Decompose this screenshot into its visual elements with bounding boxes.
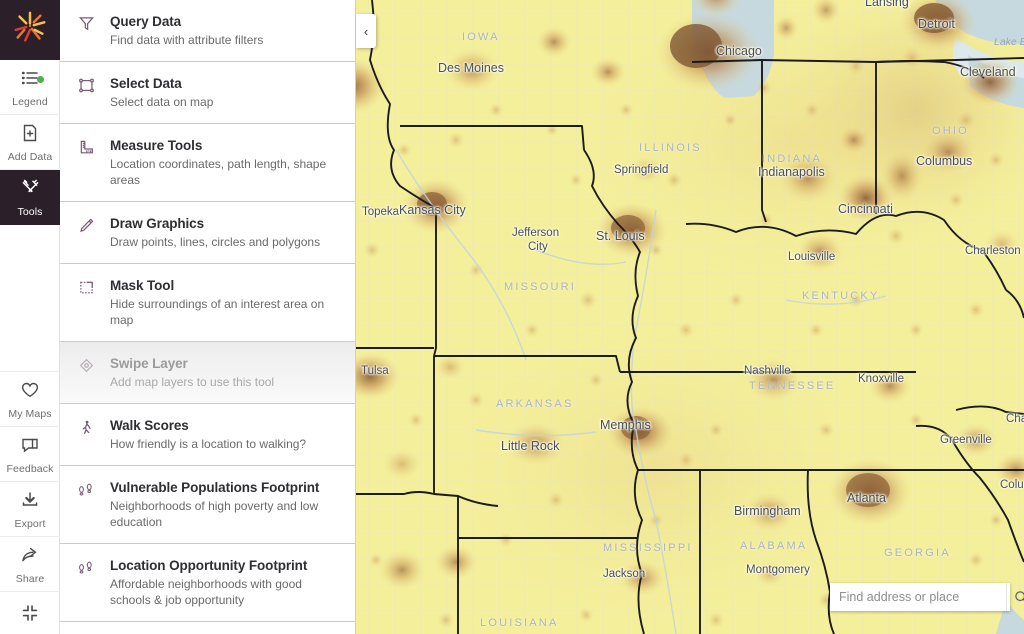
tools-menu-panel: Query Data Find data with attribute filt… bbox=[60, 0, 356, 634]
panel-collapse-button[interactable]: ‹ bbox=[356, 14, 376, 48]
app-logo[interactable] bbox=[0, 0, 60, 60]
download-tray-icon bbox=[20, 490, 40, 515]
map-graphics bbox=[356, 0, 1024, 634]
menu-item-subtitle: Draw points, lines, circles and polygons bbox=[110, 235, 321, 249]
tools-crossed-icon bbox=[20, 177, 41, 203]
map-search-box[interactable] bbox=[830, 583, 1024, 611]
share-arrow-icon bbox=[20, 545, 40, 570]
add-data-file-icon bbox=[20, 123, 40, 148]
menu-item-title: Swipe Layer bbox=[110, 356, 188, 371]
map-canvas[interactable]: Lansing Detroit Cleveland Chicago Columb… bbox=[356, 0, 1024, 634]
legend-status-dot bbox=[37, 76, 44, 83]
menu-item-select-data[interactable]: Select Data Select data on map bbox=[60, 62, 355, 124]
sidebar-item-label: Tools bbox=[17, 206, 43, 218]
menu-item-subtitle: Neighborhoods of high poverty and low ed… bbox=[110, 499, 319, 529]
menu-item-title: Draw Graphics bbox=[110, 216, 204, 231]
menu-item-vulnerable-populations-footprint[interactable]: Vulnerable Populations Footprint Neighbo… bbox=[60, 466, 355, 544]
sidebar-item-add-data[interactable]: Add Data bbox=[0, 115, 60, 170]
starburst-logo-icon bbox=[11, 9, 49, 52]
sidebar-item-label: Legend bbox=[12, 95, 48, 108]
heart-icon bbox=[20, 380, 40, 405]
menu-item-covid19-vulnerability-footprint[interactable]: COVID-19 Vulnerability Footprint Areas M… bbox=[60, 622, 355, 634]
menu-item-measure-tools[interactable]: Measure Tools Location coordinates, path… bbox=[60, 124, 355, 202]
menu-item-title: Measure Tools bbox=[110, 138, 203, 153]
speech-bubble-icon bbox=[20, 435, 40, 460]
menu-item-draw-graphics[interactable]: Draw Graphics Draw points, lines, circle… bbox=[60, 202, 355, 264]
app-root: Lansing Detroit Cleveland Chicago Columb… bbox=[0, 0, 1024, 634]
menu-item-title: Query Data bbox=[110, 14, 182, 29]
menu-item-swipe-layer: Swipe Layer Add map layers to use this t… bbox=[60, 342, 355, 404]
menu-item-walk-scores[interactable]: Walk Scores How friendly is a location t… bbox=[60, 404, 355, 466]
menu-item-subtitle: Hide surroundings of an interest area on… bbox=[110, 297, 325, 327]
menu-item-subtitle: Select data on map bbox=[110, 95, 214, 109]
collapse-corners-icon[interactable] bbox=[0, 592, 60, 634]
menu-item-subtitle: Location coordinates, path length, shape… bbox=[110, 157, 327, 187]
sidebar-item-export[interactable]: Export bbox=[0, 482, 60, 537]
ruler-icon bbox=[74, 137, 98, 156]
menu-item-title: Walk Scores bbox=[110, 418, 189, 433]
menu-item-query-data[interactable]: Query Data Find data with attribute filt… bbox=[60, 0, 355, 62]
sidebar-item-feedback[interactable]: Feedback bbox=[0, 427, 60, 482]
sidebar-item-label: Share bbox=[15, 572, 45, 585]
menu-item-title: Mask Tool bbox=[110, 278, 175, 293]
sidebar-item-legend[interactable]: Legend bbox=[0, 60, 60, 115]
menu-item-title: Location Opportunity Footprint bbox=[110, 558, 308, 573]
walking-person-icon bbox=[74, 417, 98, 436]
footprints-icon bbox=[74, 479, 98, 498]
menu-item-subtitle: Affordable neighborhoods with good schoo… bbox=[110, 577, 302, 607]
menu-item-mask-tool[interactable]: Mask Tool Hide surroundings of an intere… bbox=[60, 264, 355, 342]
search-input[interactable] bbox=[830, 584, 1006, 610]
chevron-left-icon: ‹ bbox=[363, 23, 369, 39]
pencil-icon bbox=[74, 215, 98, 234]
menu-item-subtitle: Find data with attribute filters bbox=[110, 33, 264, 47]
mask-dashed-icon bbox=[74, 277, 98, 296]
swipe-diamond-icon bbox=[74, 355, 98, 374]
sidebar-item-label: My Maps bbox=[8, 407, 52, 420]
sidebar-item-label: Add Data bbox=[7, 150, 53, 163]
menu-item-location-opportunity-footprint[interactable]: Location Opportunity Footprint Affordabl… bbox=[60, 544, 355, 622]
sidebar-item-label: Export bbox=[14, 517, 46, 530]
funnel-filter-icon bbox=[74, 13, 98, 32]
footprints-icon bbox=[74, 557, 98, 576]
rail-spacer bbox=[0, 225, 59, 372]
sidebar-item-my-maps[interactable]: My Maps bbox=[0, 372, 60, 427]
sidebar-item-share[interactable]: Share bbox=[0, 537, 60, 592]
sidebar-item-tools[interactable]: Tools bbox=[0, 170, 60, 225]
menu-item-subtitle: How friendly is a location to walking? bbox=[110, 437, 307, 451]
select-rect-icon bbox=[74, 75, 98, 94]
search-icon[interactable] bbox=[1006, 583, 1024, 611]
menu-item-subtitle: Add map layers to use this tool bbox=[110, 375, 275, 389]
menu-item-title: Vulnerable Populations Footprint bbox=[110, 480, 320, 495]
left-rail: Legend Add Data Tools My Maps Feedback E… bbox=[0, 0, 60, 634]
sidebar-item-label: Feedback bbox=[6, 462, 54, 475]
menu-item-title: Select Data bbox=[110, 76, 182, 91]
